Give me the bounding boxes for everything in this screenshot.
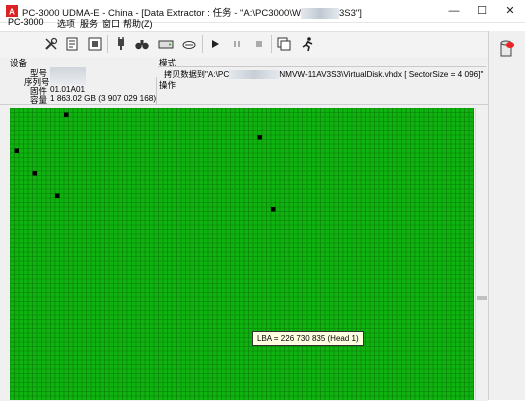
menu-options[interactable]: 选项 bbox=[57, 17, 75, 30]
menu-window[interactable]: 窗口 bbox=[102, 17, 120, 30]
sector-map-grid[interactable] bbox=[10, 108, 474, 400]
play-icon[interactable] bbox=[207, 36, 223, 52]
svg-text:A: A bbox=[9, 8, 15, 17]
operation-section-title: 操作 bbox=[159, 80, 177, 90]
lba-tooltip: LBA = 226 730 835 (Head 1) bbox=[252, 331, 364, 346]
binoculars-icon[interactable] bbox=[134, 36, 150, 52]
device-section-title: 设备 bbox=[10, 58, 28, 68]
run-icon[interactable] bbox=[300, 36, 316, 52]
copy-icon[interactable] bbox=[276, 36, 292, 52]
plug-icon[interactable] bbox=[113, 36, 129, 52]
cloud-icon[interactable] bbox=[181, 36, 197, 52]
tools-icon[interactable] bbox=[43, 36, 59, 52]
menu-help[interactable]: 帮助(Z) bbox=[123, 17, 153, 30]
bad-block bbox=[14, 148, 19, 153]
maximize-button[interactable]: ☐ bbox=[468, 0, 496, 22]
toolbar-separator bbox=[202, 35, 203, 53]
pause-icon[interactable] bbox=[229, 36, 245, 52]
bad-block bbox=[64, 112, 69, 117]
chip-icon[interactable] bbox=[87, 36, 103, 52]
bad-block bbox=[271, 207, 276, 212]
menu-service[interactable]: 服务 bbox=[80, 17, 98, 30]
bad-block bbox=[32, 171, 37, 176]
toolbar-separator bbox=[107, 35, 108, 53]
redacted-model-serial bbox=[50, 67, 86, 85]
capacity-value: 1 863.02 GB (3 907 029 168) bbox=[50, 94, 157, 103]
document-icon[interactable] bbox=[64, 36, 80, 52]
mode-panel bbox=[156, 57, 488, 105]
firmware-value: 01.01A01 bbox=[50, 85, 86, 94]
scrollbar-thumb[interactable] bbox=[477, 296, 487, 300]
close-button[interactable]: ✕ bbox=[496, 0, 524, 22]
copy-destination: 拷贝数据到"A:\PC NMVW-11AV3S3\VirtualDisk.vhdx… bbox=[164, 70, 484, 80]
drive-status-icon bbox=[498, 40, 516, 60]
drive-icon[interactable] bbox=[158, 36, 174, 52]
bad-block bbox=[257, 135, 262, 140]
app-icon: A bbox=[6, 5, 18, 17]
grid-background bbox=[10, 108, 474, 400]
bad-block bbox=[55, 193, 60, 198]
panel-divider bbox=[156, 77, 157, 104]
stop-icon[interactable] bbox=[251, 36, 267, 52]
minimize-button[interactable]: — bbox=[440, 0, 468, 22]
menu-pc3000[interactable]: PC-3000 bbox=[8, 17, 44, 27]
vertical-scrollbar[interactable] bbox=[475, 108, 488, 400]
toolbar-separator bbox=[271, 35, 272, 53]
right-panel bbox=[488, 31, 525, 400]
